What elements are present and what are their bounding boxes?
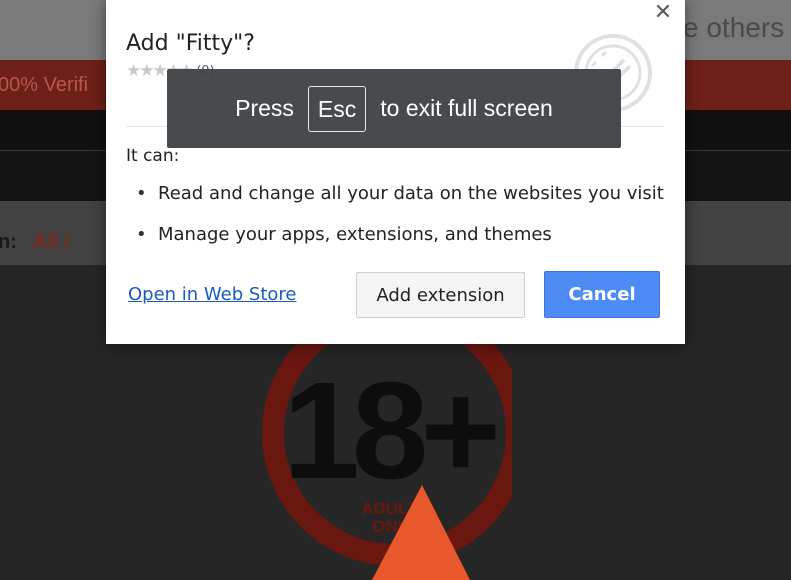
permissions-heading: It can: [126, 146, 180, 166]
permission-text: Read and change all your data on the web… [158, 183, 664, 204]
add-extension-dialog: ✕ Add "Fitty"? ★★★★★ (0) It can: • Read … [106, 0, 685, 344]
permission-item: • Manage your apps, extensions, and them… [136, 224, 552, 245]
cancel-button[interactable]: Cancel [544, 271, 660, 318]
filter-value-link[interactable]: All / [33, 231, 70, 254]
add-extension-button[interactable]: Add extension [356, 272, 525, 318]
bullet-icon: • [136, 224, 147, 245]
filter-label: n: [0, 231, 17, 253]
toast-suffix: to exit full screen [380, 95, 553, 121]
bullet-icon: • [136, 183, 147, 204]
header-text: e others [683, 12, 785, 43]
esc-key: Esc [307, 85, 367, 132]
toast-prefix: Press [235, 95, 294, 121]
open-web-store-link[interactable]: Open in Web Store [128, 284, 296, 305]
close-icon[interactable]: ✕ [652, 2, 674, 24]
permission-text: Manage your apps, extensions, and themes [158, 224, 552, 245]
fullscreen-exit-toast: Press Esc to exit full screen [167, 69, 621, 148]
permission-item: • Read and change all your data on the w… [136, 183, 664, 204]
badge-number: 18+ [283, 354, 495, 508]
verified-banner-text: 00% Verifi [0, 74, 89, 96]
dialog-title: Add "Fitty"? [126, 31, 255, 56]
